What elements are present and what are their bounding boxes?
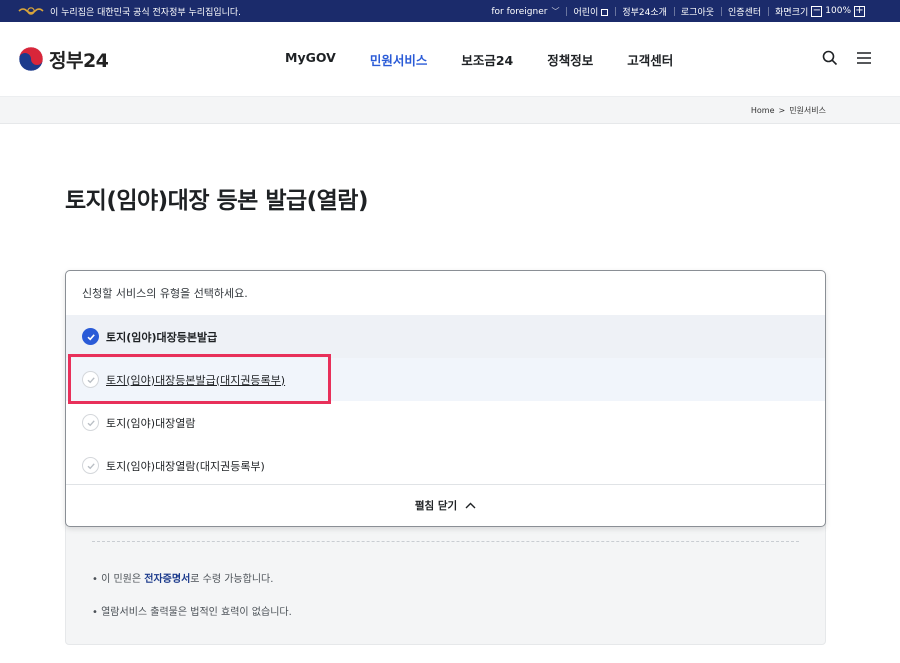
check-circle-icon <box>82 328 99 345</box>
government-notice-bar: 이 누리집은 대한민국 공식 전자정부 누리집입니다. for foreigne… <box>0 0 900 22</box>
zoom-control: 화면크기 − 100% + <box>768 5 872 18</box>
nav-customer-center[interactable]: 고객센터 <box>627 50 673 69</box>
breadcrumb-separator: > <box>778 105 786 115</box>
info-e-certificate: • 이 민원은 전자증명서로 수령 가능합니다. <box>92 574 274 585</box>
main-nav: MyGOV 민원서비스 보조금24 정책정보 고객센터 <box>285 50 673 69</box>
option-inspection-land-right[interactable]: 토지(임야)대장열람(대지권등록부) <box>66 444 825 487</box>
zoom-value: 100% <box>825 6 851 16</box>
info-legal-notice: • 열람서비스 출력물은 법적인 효력이 없습니다. <box>92 607 292 618</box>
search-icon[interactable] <box>822 50 838 66</box>
check-circle-icon <box>82 457 99 474</box>
nav-policy-info[interactable]: 정책정보 <box>547 50 593 69</box>
nav-subsidy24[interactable]: 보조금24 <box>461 50 513 69</box>
for-foreigner-link[interactable]: for foreigner ﹀ <box>484 6 566 17</box>
dropdown-prompt: 신청할 서비스의 유형을 선택하세요. <box>82 287 248 300</box>
zoom-label: 화면크기 <box>775 7 809 18</box>
option-certified-copy[interactable]: 토지(임야)대장등본발급 <box>66 315 825 358</box>
notice-text: 이 누리집은 대한민국 공식 전자정부 누리집입니다. <box>50 7 242 18</box>
nav-mygov[interactable]: MyGOV <box>285 50 336 69</box>
government-symbol-icon <box>18 6 44 16</box>
taegeuk-logo-icon <box>18 46 44 72</box>
gov24-logo[interactable]: 정부24 <box>18 46 278 73</box>
option-inspection[interactable]: 토지(임야)대장열람 <box>66 401 825 444</box>
collapse-label: 펼침 닫기 <box>414 500 458 512</box>
breadcrumb-home[interactable]: Home <box>751 106 775 115</box>
zoom-out-button[interactable]: − <box>811 5 823 17</box>
breadcrumb-current[interactable]: 민원서비스 <box>789 105 826 116</box>
intro-link[interactable]: 정부24소개 <box>615 5 674 18</box>
breadcrumb: Home > 민원서비스 <box>0 96 900 124</box>
logout-link[interactable]: 로그아웃 <box>673 5 721 18</box>
annotation-highlight-box <box>68 354 331 404</box>
e-certificate-link[interactable]: 전자증명서 <box>144 574 190 585</box>
chevron-down-icon: ﹀ <box>551 6 560 16</box>
check-circle-icon <box>82 414 99 431</box>
cert-center-link[interactable]: 인증센터 <box>721 5 768 18</box>
collapse-button[interactable]: 펼침 닫기 <box>66 484 825 526</box>
external-link-icon <box>601 8 609 16</box>
nav-civil-service[interactable]: 민원서비스 <box>370 50 428 69</box>
kids-link[interactable]: 어린이 <box>566 5 615 18</box>
zoom-in-button[interactable]: + <box>854 5 865 17</box>
site-header: 정부24 MyGOV 민원서비스 보조금24 정책정보 고객센터 <box>0 22 900 96</box>
chevron-up-icon <box>465 502 476 509</box>
page-title: 토지(임야)대장 등본 발급(열람) <box>65 188 368 214</box>
menu-icon[interactable] <box>856 50 872 66</box>
dashed-divider <box>92 541 799 542</box>
